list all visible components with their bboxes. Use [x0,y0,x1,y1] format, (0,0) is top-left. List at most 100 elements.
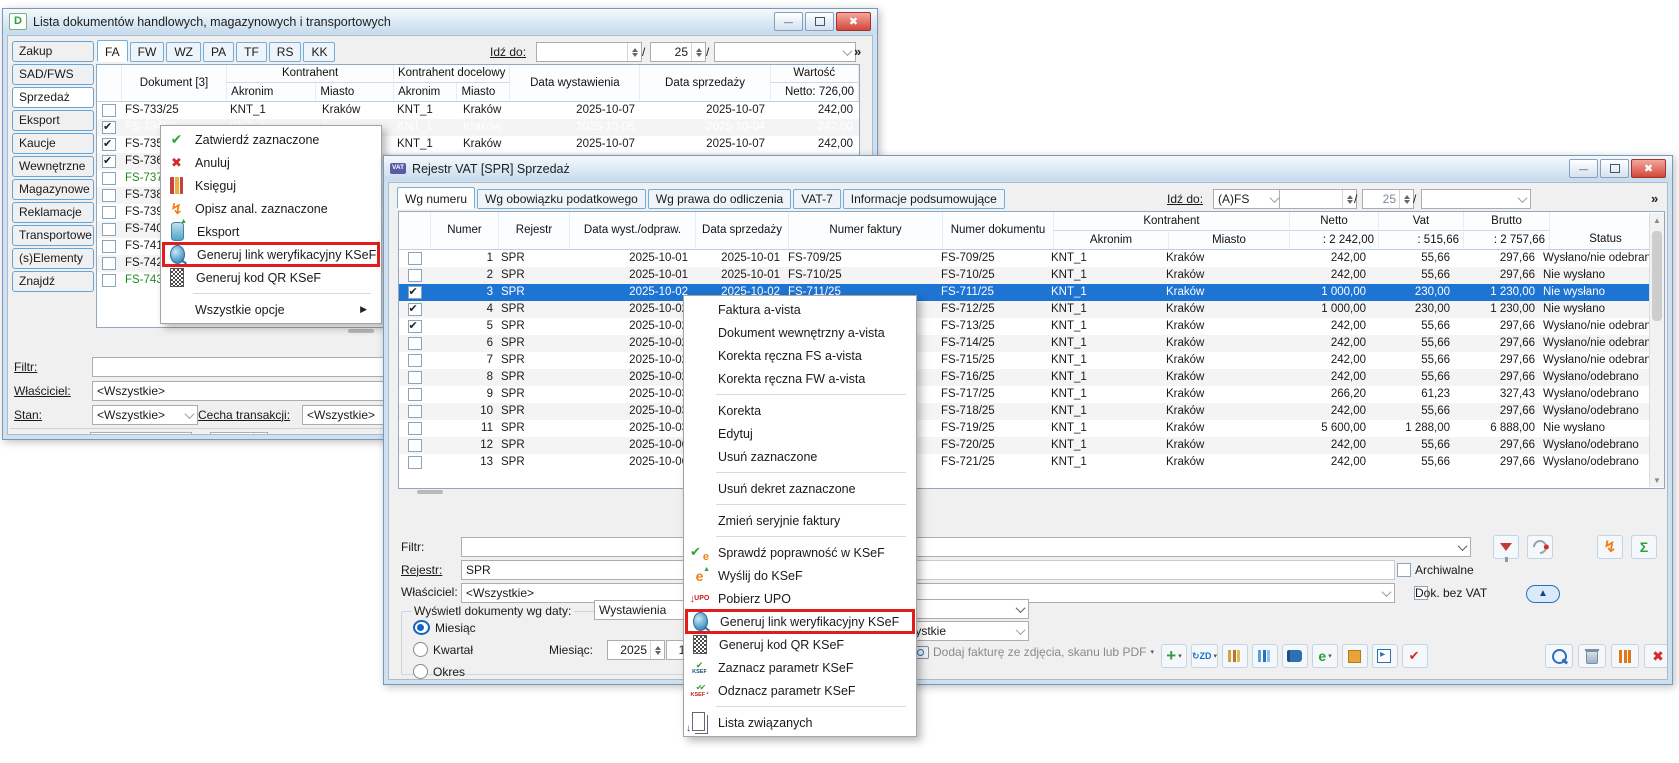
year-spinner[interactable]: 2025 [210,432,268,435]
vat-table-row[interactable]: 12 SPR 2025-10-06 2025-10-06 FS-720/25 F… [399,437,1664,454]
document-type-tab[interactable]: WZ [166,42,201,62]
context-menu-item[interactable]: Anuluj [163,151,379,174]
goto-combo[interactable] [1421,189,1531,209]
close-button[interactable]: ✖ [836,12,871,31]
context-menu-item[interactable]: Księguj [163,174,379,197]
maximize-button[interactable] [805,12,834,31]
document-type-tab[interactable]: FW [130,42,165,62]
row-checkbox[interactable] [408,303,422,316]
goto-pagesize-spinner[interactable]: 25 [1362,189,1414,209]
row-checkbox[interactable] [102,240,116,253]
analysis-toolbar-button[interactable] [1631,535,1657,559]
year-spinner[interactable]: 2025 [607,640,665,660]
more-columns-button[interactable]: » [1651,191,1656,206]
vat-table-row[interactable]: 8 SPR 2025-10-02 2025-10-02 FS-716/25 FS… [399,369,1664,386]
toolbar-button[interactable] [1252,644,1278,668]
minimize-button[interactable]: — [1569,159,1598,178]
date-range-radio[interactable]: Miesiąc [413,620,476,635]
row-checkbox[interactable] [408,337,422,350]
context-menu-item[interactable]: Sprawdź poprawność w KSeF [686,541,914,564]
vat-register-tab[interactable]: VAT-7 [793,189,841,209]
context-menu-item[interactable] [686,702,914,711]
vat-register-tab[interactable]: Wg obowiązku podatkowego [477,189,646,209]
goto-type-combo[interactable]: (A)FS [1213,189,1283,209]
context-menu-item[interactable]: Zatwierdź zaznaczone [163,128,379,151]
ocr-dropdown-icon[interactable]: ▾ [1150,648,1154,656]
toolbar-button[interactable] [1342,644,1368,668]
context-menu-item[interactable]: Generuj link weryfikacyjny KSeF [686,610,914,633]
context-menu-item[interactable] [686,532,914,541]
context-menu-item[interactable]: Zmień seryjnie faktury [686,509,914,532]
sidebar-item[interactable]: Magazynowe [12,179,94,200]
context-menu-item[interactable]: Generuj link weryfikacyjny KSeF [163,243,379,266]
row-checkbox[interactable] [102,155,116,168]
row-checkbox[interactable] [102,274,116,287]
row-checkbox[interactable] [408,439,422,452]
table-resize-grip[interactable] [417,490,443,494]
goto-pagesize-spinner[interactable]: 25 [650,42,706,62]
vat-table-row[interactable]: 4 SPR 2025-10-02 2025-10-02 FS-712/25 FS… [399,301,1664,318]
row-checkbox[interactable] [408,252,422,265]
vat-table-row[interactable]: 9 SPR 2025-10-03 2025-10-03 FS-717/25 FS… [399,386,1664,403]
row-checkbox[interactable] [102,138,116,151]
document-type-tab[interactable]: PA [203,42,234,62]
filtr-input[interactable] [461,537,1471,557]
context-menu-item[interactable] [163,289,379,298]
toolbar-button[interactable] [1282,644,1308,668]
row-checkbox[interactable] [408,388,422,401]
table-resize-grip[interactable] [348,329,374,333]
vertical-scrollbar[interactable]: ▲▼ [1649,213,1664,487]
row-checkbox[interactable] [102,172,116,185]
row-checkbox[interactable] [102,257,116,270]
toolbar-button[interactable]: ▾ [1312,644,1338,668]
context-menu-item[interactable]: Faktura a-vista [686,298,914,321]
context-menu-item[interactable]: Wyślij do KSeF [686,564,914,587]
toolbar-action-button[interactable] [1578,644,1606,668]
row-checkbox[interactable] [408,286,422,299]
row-checkbox[interactable] [102,223,116,236]
toolbar-button[interactable] [1372,644,1398,668]
vat-register-tab[interactable]: Informacje podsumowujące [843,189,1005,209]
goto-number-spinner[interactable] [1279,189,1357,209]
analysis-toolbar-button[interactable] [1597,535,1623,559]
vat-table-row[interactable]: 13 SPR 2025-10-06 2025-10-06 FS-721/25 F… [399,454,1664,471]
sidebar-item[interactable]: Reklamacje [12,202,94,223]
vat-table-row[interactable]: 6 SPR 2025-10-02 2025-10-02 FS-714/25 FS… [399,335,1664,352]
table-row[interactable]: FS-733/25 KNT_1 Kraków KNT_1 Kraków 2025… [97,102,859,119]
more-columns-button[interactable]: » [854,44,859,59]
sidebar-item[interactable]: Zakup [12,41,94,62]
toolbar-button[interactable] [1222,644,1248,668]
vat-table-row[interactable]: 11 SPR 2025-10-03 2025-10-03 FS-719/25 F… [399,420,1664,437]
documents-table-header[interactable]: Dokument [3] Kontrahent Akronim Miasto K… [97,65,859,102]
row-checkbox[interactable] [408,456,422,469]
row-checkbox[interactable] [408,371,422,384]
context-menu-item[interactable]: Zaznacz parametr KSeF [686,656,914,679]
vat-register-tab[interactable]: Wg prawa do odliczenia [648,189,791,209]
sidebar-item[interactable]: Znajdź [12,271,94,292]
date-range-radio[interactable]: Okres [413,664,476,679]
context-menu-item[interactable]: Korekta ręczna FS a-vista [686,344,914,367]
toolbar-action-button[interactable] [1644,644,1668,668]
vat-table-row[interactable]: 1 SPR 2025-10-01 2025-10-01 FS-709/25 FS… [399,250,1664,267]
vat-table-header[interactable]: Numer Rejestr Data wyst./odpraw. Data sp… [399,212,1664,250]
document-type-tab[interactable]: RS [269,42,302,62]
context-menu-item[interactable]: Generuj kod QR KSeF [686,633,914,656]
stan-combo[interactable]: <Wszystkie> [92,405,198,425]
sidebar-item[interactable]: Sprzedaż [12,87,94,108]
ocr-add-invoice-button[interactable]: Dodaj fakturę ze zdjęcia, skanu lub PDF … [913,645,1154,659]
window2-titlebar[interactable]: VAT Rejestr VAT [SPR] Sprzedaż — ✖ [384,156,1672,181]
row-checkbox[interactable] [102,206,116,219]
date-range-radio[interactable]: Kwartał [413,642,476,657]
context-menu-item[interactable] [686,468,914,477]
vat-table-row[interactable]: 10 SPR 2025-10-03 2025-10-03 FS-718/25 F… [399,403,1664,420]
maximize-button[interactable] [1600,159,1629,178]
toolbar-action-button[interactable] [1611,644,1639,668]
vat-table-row[interactable]: 5 SPR 2025-10-02 2025-10-02 FS-713/25 FS… [399,318,1664,335]
filter-toolbar-button[interactable] [1527,535,1553,559]
archiwalne-checkbox[interactable] [1397,563,1411,577]
context-menu-item[interactable] [686,390,914,399]
context-menu-item[interactable]: Korekta [686,399,914,422]
context-menu-item[interactable]: Usuń zaznaczone [686,445,914,468]
row-checkbox[interactable] [102,121,116,134]
context-menu-item[interactable]: Dokument wewnętrzny a-vista [686,321,914,344]
